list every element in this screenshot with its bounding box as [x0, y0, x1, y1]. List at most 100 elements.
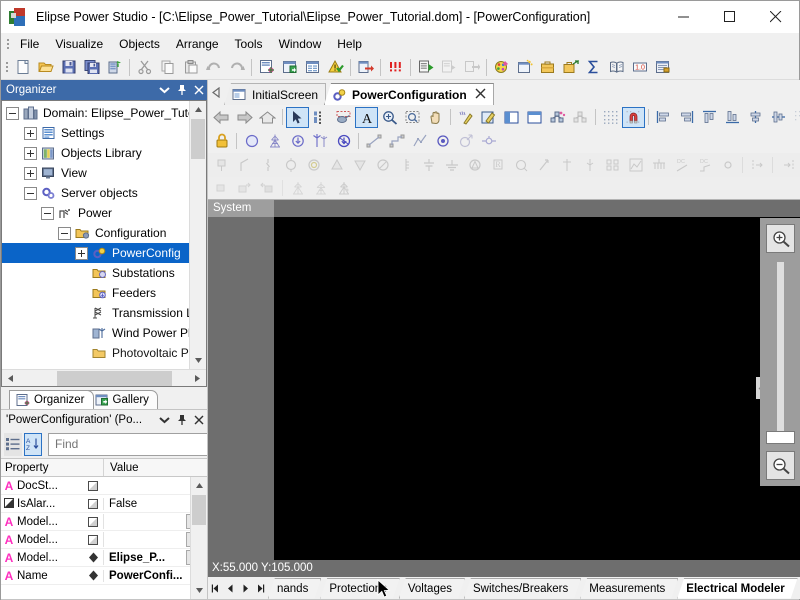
- link-objects-icon[interactable]: [546, 107, 569, 128]
- report-icon[interactable]: [651, 56, 674, 78]
- tower-c-icon[interactable]: [332, 178, 355, 199]
- text-tool-icon[interactable]: A: [355, 107, 378, 128]
- objects-list-icon[interactable]: [309, 107, 332, 128]
- property-row[interactable]: IsAlar... False: [1, 495, 207, 513]
- scrollbar-thumb[interactable]: [191, 119, 205, 159]
- tree-toggle-minus-icon[interactable]: [58, 227, 71, 240]
- scrollbar-thumb[interactable]: [57, 371, 172, 386]
- minimize-icon[interactable]: [661, 1, 707, 33]
- bottom-tab-voltages[interactable]: Voltages: [399, 578, 465, 599]
- insert-after-icon[interactable]: [776, 155, 799, 176]
- distribute-icon[interactable]: [790, 107, 800, 128]
- align-center-v-icon[interactable]: [767, 107, 790, 128]
- polyline-node-icon[interactable]: [408, 131, 431, 152]
- zoom-slider-track[interactable]: [777, 262, 784, 431]
- maximize-icon[interactable]: [707, 1, 753, 33]
- tab-gallery[interactable]: Gallery: [88, 390, 158, 409]
- tree-node-photovoltaic[interactable]: Photovoltaic Pow: [2, 343, 189, 363]
- toolbar-grip-icon[interactable]: [3, 58, 11, 76]
- tree-node-powerconfig[interactable]: PowerConfig: [2, 243, 189, 263]
- bottom-tab-switches-breakers[interactable]: Switches/Breakers: [464, 578, 581, 599]
- alarms-icon[interactable]: [384, 56, 407, 78]
- capacitor-icon[interactable]: [417, 155, 440, 176]
- tree-toggle-minus-icon[interactable]: [41, 207, 54, 220]
- polyline-icon[interactable]: [385, 131, 408, 152]
- close-icon[interactable]: [475, 87, 486, 102]
- select-arrow-icon[interactable]: [286, 107, 309, 128]
- save-all-icon[interactable]: [80, 56, 103, 78]
- unlink-objects-icon[interactable]: [569, 107, 592, 128]
- breaker-icon[interactable]: [256, 155, 279, 176]
- properties-panel-icon[interactable]: [523, 107, 546, 128]
- measure-pencil-icon[interactable]: [454, 107, 477, 128]
- briefcase-export-icon[interactable]: [559, 56, 582, 78]
- copy-icon[interactable]: [156, 56, 179, 78]
- zoom-slider-control[interactable]: [760, 218, 800, 486]
- organizer-icon[interactable]: [255, 56, 278, 78]
- import-box-icon[interactable]: [256, 178, 279, 199]
- tree-node-substations[interactable]: Substations: [2, 263, 189, 283]
- zoom-in-icon[interactable]: [766, 224, 795, 253]
- tree-node-feeders[interactable]: Feeders: [2, 283, 189, 303]
- tower-icon[interactable]: [263, 131, 286, 152]
- zoom-region-icon[interactable]: [401, 107, 424, 128]
- scroll-up-icon[interactable]: [191, 477, 207, 494]
- close-icon[interactable]: [190, 411, 207, 429]
- bottom-tab-commands[interactable]: nands: [268, 578, 321, 599]
- tree-toggle-minus-icon[interactable]: [24, 187, 37, 200]
- document-tab-initialscreen[interactable]: InitialScreen: [224, 83, 326, 105]
- dc-step-icon[interactable]: DC: [693, 155, 716, 176]
- categorized-view-icon[interactable]: [4, 433, 22, 456]
- menu-item-tools[interactable]: Tools: [227, 34, 271, 54]
- tab-organizer[interactable]: Organizer: [9, 390, 94, 409]
- pin-icon[interactable]: [173, 81, 190, 99]
- book-icon[interactable]: [605, 56, 628, 78]
- reactor-icon[interactable]: [394, 155, 417, 176]
- property-row[interactable]: A Model... ...: [1, 531, 207, 549]
- redo-icon[interactable]: [225, 56, 248, 78]
- new-library-icon[interactable]: [103, 56, 126, 78]
- grid-icon[interactable]: [599, 107, 622, 128]
- scrollbar-track[interactable]: [19, 370, 189, 387]
- tree-node-server-objects[interactable]: Server objects: [2, 183, 189, 203]
- pan-hand-icon[interactable]: [424, 107, 447, 128]
- version-icon[interactable]: 1.0: [628, 56, 651, 78]
- properties-grid[interactable]: A DocSt... IsAlar... False: [1, 477, 207, 599]
- scroll-right-icon[interactable]: [189, 370, 206, 387]
- tree-node-configuration[interactable]: Configuration: [2, 223, 189, 243]
- start-application-icon[interactable]: [414, 56, 437, 78]
- tree-node-transmission-line[interactable]: Transmission Line: [2, 303, 189, 323]
- back-icon[interactable]: [210, 107, 233, 128]
- zoom-slider-thumb[interactable]: [766, 431, 795, 444]
- align-bottom-icon[interactable]: [721, 107, 744, 128]
- small-box-icon[interactable]: [210, 178, 233, 199]
- connector-icon[interactable]: [477, 131, 500, 152]
- tower-b-icon[interactable]: [309, 178, 332, 199]
- pin-icon[interactable]: [173, 411, 190, 429]
- sum-icon[interactable]: [582, 56, 605, 78]
- find-field[interactable]: [55, 437, 210, 451]
- rubber-band-icon[interactable]: [332, 107, 355, 128]
- chevron-down-icon[interactable]: [156, 81, 173, 99]
- check-warning-icon[interactable]: [324, 56, 347, 78]
- tree-node-domain[interactable]: Domain: Elipse_Power_Tutor: [2, 103, 189, 123]
- open-folder-icon[interactable]: [34, 56, 57, 78]
- bottom-tab-measurements[interactable]: Measurements: [580, 578, 678, 599]
- tower-a-icon[interactable]: [286, 178, 309, 199]
- snap-magnet-icon[interactable]: [622, 107, 645, 128]
- tree-toggle-plus-icon[interactable]: [24, 127, 37, 140]
- pole-icon[interactable]: [555, 155, 578, 176]
- meter-icon[interactable]: [509, 155, 532, 176]
- tree-node-settings[interactable]: Settings: [2, 123, 189, 143]
- layers-icon[interactable]: [500, 107, 523, 128]
- property-row[interactable]: A DocSt...: [1, 477, 207, 495]
- tree-horizontal-scrollbar[interactable]: [2, 369, 206, 386]
- property-row[interactable]: A Name PowerConfi...: [1, 567, 207, 585]
- line-segment-icon[interactable]: [362, 131, 385, 152]
- align-center-h-icon[interactable]: [744, 107, 767, 128]
- menu-item-arrange[interactable]: Arrange: [168, 34, 227, 54]
- scroll-left-icon[interactable]: [2, 370, 19, 387]
- properties-vertical-scrollbar[interactable]: [190, 477, 207, 599]
- busbar-node-icon[interactable]: [240, 131, 263, 152]
- branch-icon[interactable]: [233, 155, 256, 176]
